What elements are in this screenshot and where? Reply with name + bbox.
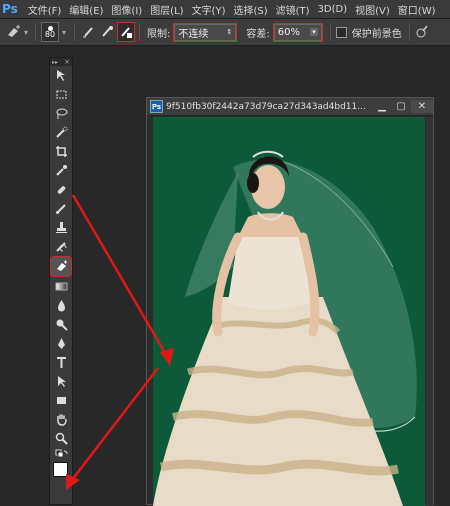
- annotation-arrows: [66, 194, 174, 490]
- arrow-line-1: [71, 194, 170, 359]
- arrow-head-2: [66, 474, 80, 490]
- arrow-line-2: [71, 367, 159, 481]
- arrow-head-1: [160, 348, 174, 366]
